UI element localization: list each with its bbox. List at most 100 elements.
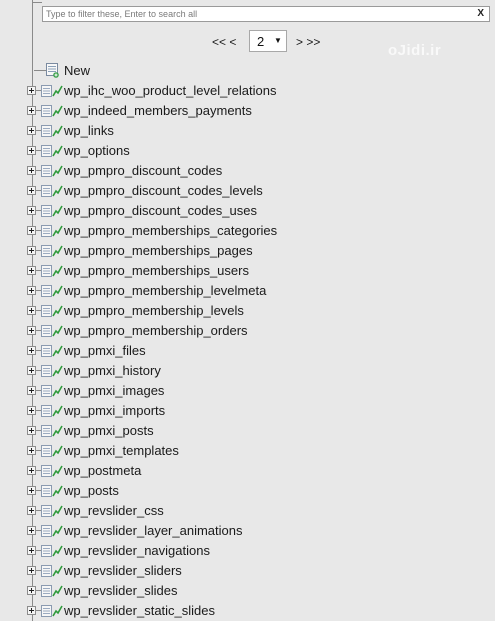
expand-plus-icon[interactable] [27, 346, 36, 355]
table-icon [41, 145, 63, 157]
expand-plus-icon[interactable] [27, 246, 36, 255]
table-row[interactable]: wp_pmxi_files [25, 341, 485, 361]
expand-plus-icon[interactable] [27, 106, 36, 115]
expand-plus-icon[interactable] [27, 486, 36, 495]
table-icon [41, 605, 63, 617]
tree-guide-top [32, 2, 42, 3]
table-name: wp_options [64, 143, 130, 158]
table-name: wp_pmxi_images [64, 383, 165, 398]
filter-input[interactable] [46, 7, 466, 21]
table-row[interactable]: wp_pmpro_membership_levels [25, 301, 485, 321]
expand-plus-icon[interactable] [27, 426, 36, 435]
table-icon [41, 105, 63, 117]
watermark: oJidi.ir [388, 42, 442, 59]
expand-plus-icon[interactable] [27, 366, 36, 375]
expand-plus-icon[interactable] [27, 326, 36, 335]
table-name: wp_pmxi_files [64, 343, 146, 358]
table-icon [41, 405, 63, 417]
expand-plus-icon[interactable] [27, 406, 36, 415]
expand-plus-icon[interactable] [27, 586, 36, 595]
expand-plus-icon[interactable] [27, 526, 36, 535]
expand-plus-icon[interactable] [27, 566, 36, 575]
table-icon [41, 485, 63, 497]
table-icon [41, 325, 63, 337]
table-name: wp_pmxi_templates [64, 443, 179, 458]
table-row[interactable]: wp_revslider_slides [25, 581, 485, 601]
expand-plus-icon[interactable] [27, 226, 36, 235]
expand-plus-icon[interactable] [27, 266, 36, 275]
table-row[interactable]: wp_links [25, 121, 485, 141]
table-name: wp_revslider_css [64, 503, 164, 518]
expand-plus-icon[interactable] [27, 286, 36, 295]
table-name: wp_revslider_slides [64, 583, 178, 598]
page-select[interactable]: 2 ▼ [249, 30, 287, 52]
dropdown-caret-icon: ▼ [274, 36, 282, 45]
table-icon [41, 85, 63, 97]
table-name: wp_indeed_members_payments [64, 103, 252, 118]
table-row[interactable]: wp_pmpro_discount_codes_levels [25, 181, 485, 201]
table-icon [41, 285, 63, 297]
table-name: wp_pmpro_membership_levels [64, 303, 244, 318]
clear-filter-button[interactable]: X [477, 8, 484, 20]
table-row[interactable]: wp_indeed_members_payments [25, 101, 485, 121]
table-icon [41, 545, 63, 557]
expand-plus-icon[interactable] [27, 386, 36, 395]
expand-plus-icon[interactable] [27, 546, 36, 555]
expand-plus-icon[interactable] [27, 146, 36, 155]
table-row[interactable]: wp_posts [25, 481, 485, 501]
table-row[interactable]: wp_pmpro_membership_orders [25, 321, 485, 341]
table-name: wp_pmpro_discount_codes_levels [64, 183, 263, 198]
table-row[interactable]: wp_revslider_sliders [25, 561, 485, 581]
table-icon [41, 125, 63, 137]
expand-plus-icon[interactable] [27, 186, 36, 195]
table-row[interactable]: wp_pmpro_membership_levelmeta [25, 281, 485, 301]
expand-plus-icon[interactable] [27, 606, 36, 615]
table-icon [41, 525, 63, 537]
table-name: wp_ihc_woo_product_level_relations [64, 83, 277, 98]
table-row[interactable]: wp_pmpro_memberships_categories [25, 221, 485, 241]
table-name: wp_pmpro_membership_levelmeta [64, 283, 267, 298]
table-icon [41, 345, 63, 357]
table-name: wp_pmxi_posts [64, 423, 154, 438]
table-row[interactable]: wp_pmxi_history [25, 361, 485, 381]
table-row[interactable]: wp_revslider_navigations [25, 541, 485, 561]
table-name: wp_revslider_static_slides [64, 603, 216, 618]
page-select-value: 2 [257, 34, 265, 49]
table-row[interactable]: wp_pmxi_images [25, 381, 485, 401]
table-name: wp_links [64, 123, 114, 138]
prev-page-button[interactable]: << < [212, 35, 236, 49]
table-icon [41, 245, 63, 257]
expand-plus-icon[interactable] [27, 166, 36, 175]
new-table-item[interactable]: New [34, 61, 234, 81]
expand-plus-icon[interactable] [27, 126, 36, 135]
table-row[interactable]: wp_pmpro_discount_codes_uses [25, 201, 485, 221]
table-row[interactable]: wp_pmxi_templates [25, 441, 485, 461]
table-name: wp_pmpro_discount_codes [64, 163, 223, 178]
table-icon [41, 225, 63, 237]
expand-plus-icon[interactable] [27, 506, 36, 515]
table-row[interactable]: wp_pmpro_discount_codes [25, 161, 485, 181]
table-row[interactable]: wp_revslider_layer_animations [25, 521, 485, 541]
table-name: wp_pmpro_memberships_categories [64, 223, 278, 238]
table-row[interactable]: wp_pmxi_posts [25, 421, 485, 441]
table-row[interactable]: wp_revslider_static_slides [25, 601, 485, 621]
table-icon [41, 185, 63, 197]
tree-connector [34, 70, 46, 71]
table-row[interactable]: wp_ihc_woo_product_level_relations [25, 81, 485, 101]
expand-plus-icon[interactable] [27, 466, 36, 475]
next-page-button[interactable]: > >> [296, 35, 320, 49]
expand-plus-icon[interactable] [27, 206, 36, 215]
table-icon [41, 445, 63, 457]
table-name: wp_postmeta [64, 463, 142, 478]
table-row[interactable]: wp_postmeta [25, 461, 485, 481]
expand-plus-icon[interactable] [27, 446, 36, 455]
table-row[interactable]: wp_pmxi_imports [25, 401, 485, 421]
expand-plus-icon[interactable] [27, 86, 36, 95]
table-row[interactable]: wp_options [25, 141, 485, 161]
table-row[interactable]: wp_pmpro_memberships_users [25, 261, 485, 281]
table-row[interactable]: wp_pmpro_memberships_pages [25, 241, 485, 261]
expand-plus-icon[interactable] [27, 306, 36, 315]
table-name: wp_revslider_layer_animations [64, 523, 243, 538]
table-icon [41, 365, 63, 377]
table-row[interactable]: wp_revslider_css [25, 501, 485, 521]
